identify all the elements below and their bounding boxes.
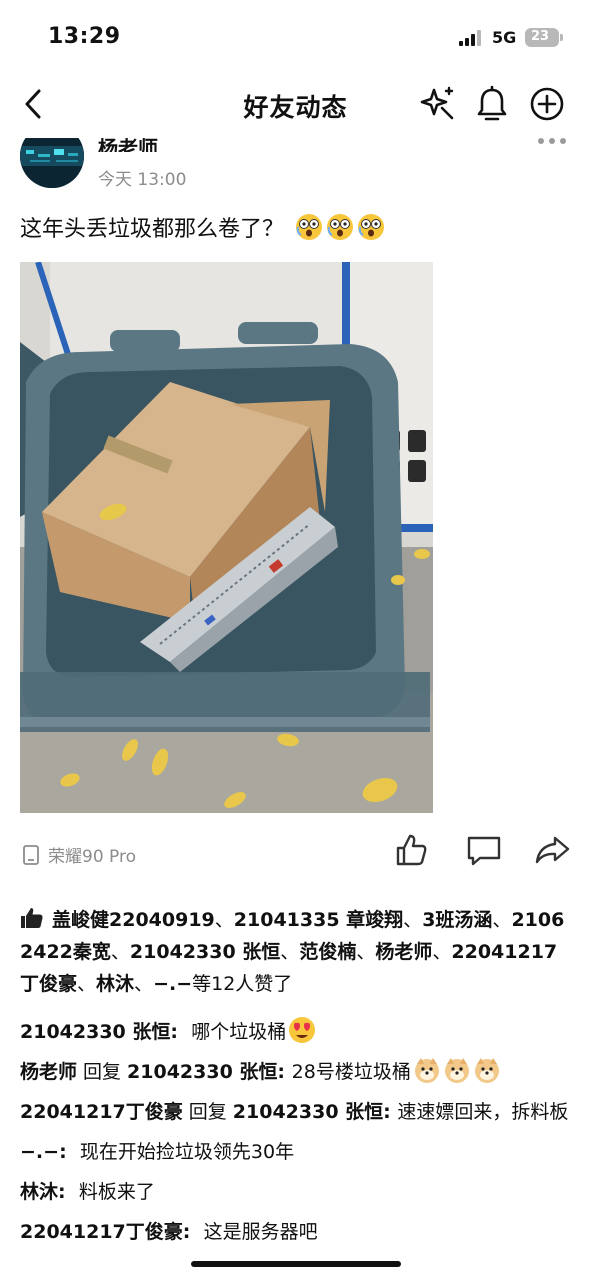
comment-colon: : [383, 1101, 398, 1123]
status-time: 13:29 [48, 24, 121, 49]
device-name: 荣耀90 Pro [48, 847, 137, 867]
like-separator: 、 [77, 973, 97, 995]
scared-face-emoji [358, 214, 385, 240]
thumbs-up-icon [21, 908, 43, 928]
comment[interactable]: 林沐: 料板来了 [20, 1176, 575, 1208]
like-separator: 、 [432, 941, 452, 963]
like-name[interactable]: 杨老师 [375, 941, 432, 963]
network-type: 5G [492, 28, 517, 47]
sparkle-icon[interactable] [418, 84, 458, 124]
comment-list: 21042330 张恒: 哪个垃圾桶 杨老师 回复 21042330 张恒: 28号… [20, 1016, 575, 1256]
like-name[interactable]: 范俊楠 [299, 941, 356, 963]
comment-text: 这是服务器吧 [203, 1221, 318, 1243]
like-name[interactable]: 盖峻健22040919 [52, 909, 215, 931]
reply-word: 回复 [83, 1061, 122, 1083]
comment[interactable]: 21042330 张恒: 哪个垃圾桶 [20, 1016, 575, 1048]
like-separator: 、 [356, 941, 376, 963]
comment[interactable]: −.−: 现在开始捡垃圾领先30年 [20, 1136, 575, 1168]
bell-icon[interactable] [472, 84, 512, 124]
scared-face-emoji [327, 214, 354, 240]
signal-icon [459, 30, 485, 46]
comment-author[interactable]: −.− [20, 1141, 59, 1163]
like-name[interactable]: 3班汤涵 [422, 909, 492, 931]
nav-bar: 好友动态 [0, 70, 591, 138]
battery-level: 23 [530, 29, 550, 44]
post-header: 杨老师 今天 13:00 [0, 124, 591, 198]
comment-author[interactable]: 22041217丁俊豪 [20, 1101, 183, 1123]
like-name[interactable]: −.− [153, 973, 192, 995]
comment[interactable]: 22041217丁俊豪: 这是服务器吧 [20, 1216, 575, 1248]
like-name[interactable]: 21041335 章竣翔 [234, 909, 403, 931]
comment[interactable]: 杨老师 回复 21042330 张恒: 28号楼垃圾桶 [20, 1056, 575, 1088]
thumbs-up-icon[interactable] [391, 830, 431, 870]
like-separator: 、 [492, 909, 512, 931]
post-text: 这年头丢垃圾都那么卷了？ [20, 217, 285, 242]
heart-eyes-emoji [289, 1017, 316, 1043]
like-count-text: 等12人赞了 [192, 973, 293, 995]
post-photo[interactable] [20, 262, 433, 813]
comment-bubble-icon[interactable] [464, 830, 504, 870]
like-separator: 、 [134, 973, 154, 995]
share-arrow-icon[interactable] [533, 830, 573, 870]
comment-colon: : [277, 1061, 292, 1083]
comment-colon: : [170, 1021, 192, 1043]
comment-text: 速速嫖回来，拆料板 [397, 1101, 569, 1123]
comment-text: 现在开始捡垃圾领先30年 [79, 1141, 295, 1163]
phone-icon [23, 844, 39, 865]
comment-author[interactable]: 21042330 张恒 [20, 1021, 170, 1043]
comment-text: 哪个垃圾桶 [191, 1021, 287, 1043]
post-text-row: 这年头丢垃圾都那么卷了？ [20, 211, 385, 243]
likes-list: 盖峻健22040919、21041335 章竣翔、3班汤涵、21062422秦宽… [20, 904, 575, 1000]
reply-word: 回复 [188, 1101, 227, 1123]
like-separator: 、 [403, 909, 423, 931]
comment-author[interactable]: 22041217丁俊豪 [20, 1221, 183, 1243]
post-time: 今天 13:00 [98, 170, 187, 190]
like-separator: 、 [110, 941, 130, 963]
like-name[interactable]: 林沐 [96, 973, 134, 995]
like-separator: 、 [280, 941, 300, 963]
doge-emoji [414, 1058, 439, 1083]
doge-emoji [444, 1058, 469, 1083]
comment-text: 28号楼垃圾桶 [291, 1061, 411, 1083]
reply-target[interactable]: 21042330 张恒 [127, 1061, 277, 1083]
scared-face-emoji [296, 214, 323, 240]
home-indicator[interactable] [191, 1261, 401, 1267]
device-info: 荣耀90 Pro [22, 842, 136, 867]
status-bar: 13:29 5G 23 [0, 0, 591, 70]
comment-colon: : [59, 1141, 80, 1163]
add-circle-icon[interactable] [527, 84, 567, 124]
comment-author[interactable]: 林沐 [20, 1181, 58, 1203]
like-separator: 、 [214, 909, 234, 931]
like-name[interactable]: 21042330 张恒 [130, 941, 280, 963]
doge-emoji [474, 1058, 499, 1083]
comment-text: 料板来了 [78, 1181, 155, 1203]
comment-colon: : [182, 1221, 204, 1243]
comment-colon: : [58, 1181, 79, 1203]
reply-target[interactable]: 21042330 张恒 [233, 1101, 383, 1123]
comment-author[interactable]: 杨老师 [20, 1061, 77, 1083]
battery-icon: 23 [525, 28, 563, 47]
more-dots-icon[interactable] [538, 138, 568, 148]
comment[interactable]: 22041217丁俊豪 回复 21042330 张恒: 速速嫖回来，拆料板 [20, 1096, 575, 1128]
